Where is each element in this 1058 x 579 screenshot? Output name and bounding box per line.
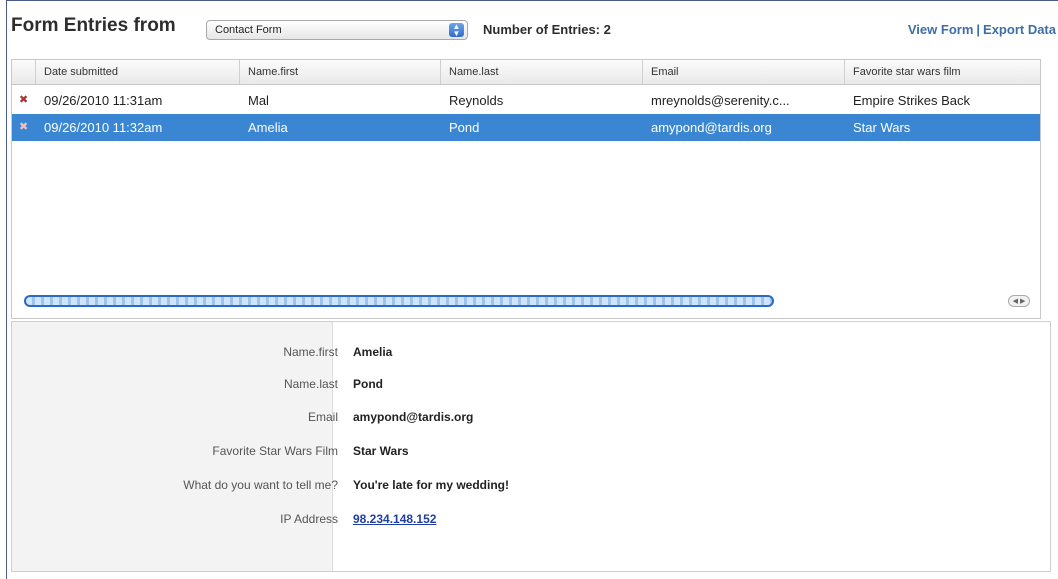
- cell-email: amypond@tardis.org: [651, 120, 772, 135]
- detail-label: Favorite Star Wars Film: [212, 444, 338, 458]
- page-title: Form Entries from: [11, 15, 176, 36]
- header-links: View Form | Export Data: [908, 22, 1056, 37]
- table-header: Date submitted Name.first Name.last Emai…: [12, 60, 1040, 85]
- scroll-arrows-icon[interactable]: ◀ ▶: [1008, 295, 1030, 307]
- cell-film: Star Wars: [853, 120, 911, 135]
- detail-label: IP Address: [280, 512, 338, 526]
- x-icon[interactable]: ✖: [19, 87, 28, 114]
- cell-last-name: Reynolds: [449, 93, 504, 108]
- detail-value: amypond@tardis.org: [353, 410, 474, 424]
- export-data-link[interactable]: Export Data: [983, 22, 1056, 37]
- column-header-first-name[interactable]: Name.first: [240, 60, 441, 84]
- delete-column-header: [12, 60, 36, 84]
- column-header-last-name[interactable]: Name.last: [441, 60, 643, 84]
- detail-value: Star Wars: [353, 444, 409, 458]
- column-header-date[interactable]: Date submitted: [36, 60, 240, 84]
- select-arrows-icon: ▲ ▼: [449, 23, 464, 38]
- entries-table: Date submitted Name.first Name.last Emai…: [11, 59, 1041, 319]
- cell-first-name: Mal: [248, 93, 269, 108]
- scrollbar-thumb[interactable]: [24, 295, 774, 307]
- x-icon[interactable]: ✖: [19, 114, 28, 141]
- table-row-selected[interactable]: ✖ 09/26/2010 11:32am Amelia Pond amypond…: [12, 114, 1040, 141]
- column-header-film[interactable]: Favorite star wars film: [845, 60, 1040, 84]
- cell-date: 09/26/2010 11:32am: [44, 120, 163, 135]
- detail-value: Pond: [353, 377, 383, 391]
- form-select-value: Contact Form: [215, 24, 282, 36]
- cell-first-name: Amelia: [248, 120, 288, 135]
- detail-value: Amelia: [353, 345, 393, 359]
- ip-address-link[interactable]: 98.234.148.152: [353, 512, 436, 526]
- cell-email: mreynolds@serenity.c...: [651, 93, 790, 108]
- detail-label: Name.first: [283, 345, 338, 359]
- detail-value: You're late for my wedding!: [353, 478, 509, 492]
- table-row[interactable]: ✖ 09/26/2010 11:31am Mal Reynolds mreyno…: [12, 87, 1040, 114]
- horizontal-scrollbar[interactable]: ◀ ▶: [20, 295, 1032, 309]
- cell-film: Empire Strikes Back: [853, 93, 971, 108]
- link-separator: |: [976, 22, 981, 37]
- column-header-email[interactable]: Email: [643, 60, 845, 84]
- entries-count: Number of Entries: 2: [483, 22, 611, 37]
- detail-label: Email: [307, 410, 338, 424]
- detail-label: What do you want to tell me?: [183, 478, 338, 492]
- entry-detail-panel: Name.first Amelia Name.last Pond Email a…: [11, 321, 1051, 572]
- form-select-dropdown[interactable]: Contact Form ▲ ▼: [206, 20, 468, 40]
- form-entries-panel: Form Entries from Contact Form ▲ ▼ Number…: [6, 0, 1058, 579]
- cell-last-name: Pond: [449, 120, 480, 135]
- view-form-link[interactable]: View Form: [908, 22, 974, 37]
- detail-label: Name.last: [283, 377, 338, 391]
- cell-date: 09/26/2010 11:31am: [44, 93, 163, 108]
- header-bar: Form Entries from Contact Form ▲ ▼ Number…: [7, 1, 1058, 59]
